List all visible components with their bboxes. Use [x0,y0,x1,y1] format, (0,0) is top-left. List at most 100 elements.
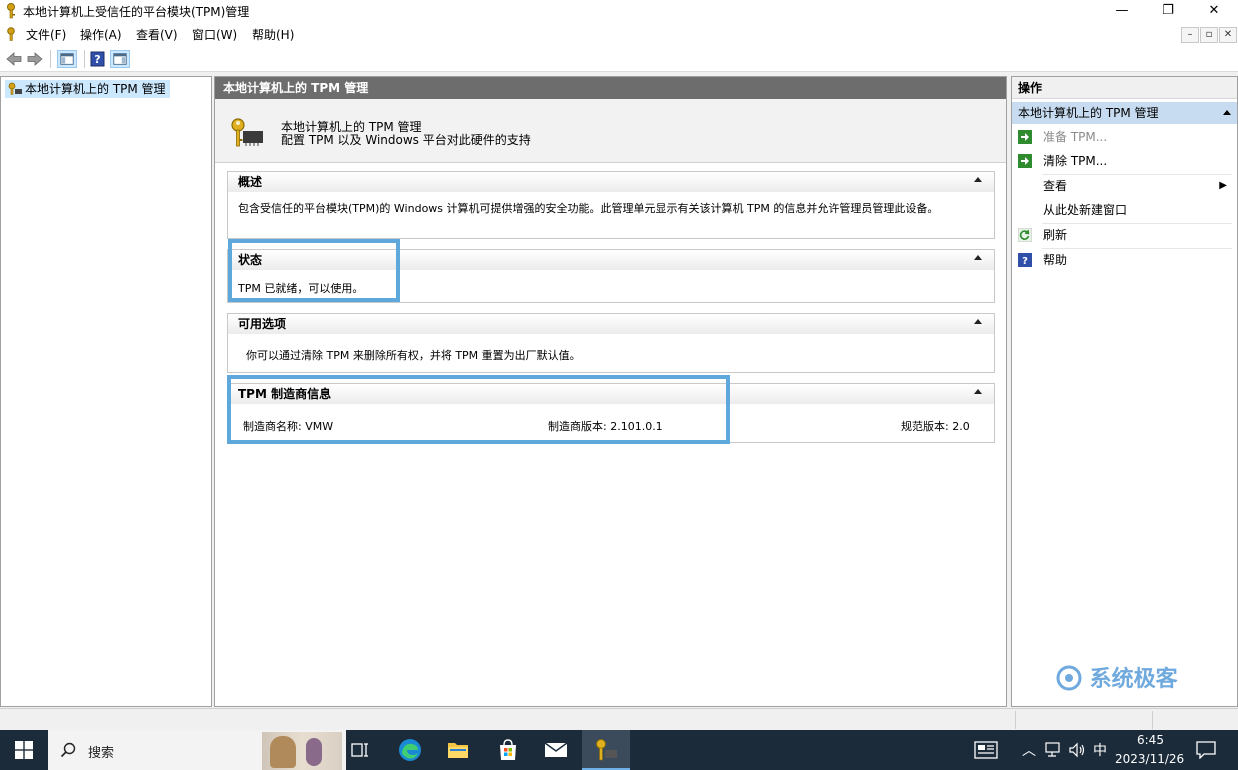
watermark-logo-icon [1056,665,1082,691]
mdi-restore-button[interactable]: ▫ [1200,27,1218,43]
store-icon [500,739,516,760]
collapse-arrow-icon[interactable] [974,319,982,324]
action-label: 刷新 [1043,228,1068,242]
menu-bar: 文件(F) 操作(A) 查看(V) 窗口(W) 帮助(H) [0,22,1238,46]
action-view[interactable]: 查看 ▶ [1012,174,1237,198]
start-button[interactable] [0,730,48,770]
section-overview-header[interactable]: 概述 [228,172,994,192]
task-view-icon [351,743,368,757]
section-options-body: 你可以通过清除 TPM 来删除所有权，并将 TPM 重置为出厂默认值。 [246,349,581,362]
center-pane: 本地计算机上的 TPM 管理 本地计算机上的 TPM 管理 配置 TPM 以及 … [214,76,1007,707]
news-widget-icon[interactable] [974,741,998,759]
menu-view[interactable]: 查看(V) [136,26,178,43]
watermark-text: 系统极客 [1089,667,1178,692]
edge-button[interactable] [386,730,434,770]
input-method-indicator[interactable]: 中 [1093,740,1107,760]
back-icon[interactable] [4,50,24,68]
green-arrow-icon [1018,154,1032,168]
section-options-header[interactable]: 可用选项 [228,314,994,334]
menu-window[interactable]: 窗口(W) [192,26,237,43]
show-hide-console-tree-icon[interactable] [57,50,77,68]
toolbar-separator [84,50,85,68]
section-options: 可用选项 你可以通过清除 TPM 来删除所有权，并将 TPM 重置为出厂默认值。 [227,313,995,373]
status-separator [1152,711,1153,729]
windows-logo-icon [15,741,33,759]
toolbar-separator [50,50,51,68]
tpm-key-icon [8,82,22,95]
menu-file[interactable]: 文件(F) [26,26,66,43]
menu-help[interactable]: 帮助(H) [252,26,294,43]
tpm-key-icon [596,739,617,761]
clock-date[interactable]: 2023/11/26 [1115,752,1184,766]
tray-overflow-icon[interactable]: ︿ [1022,740,1036,760]
mail-icon [544,742,568,757]
section-options-title: 可用选项 [238,317,287,331]
network-icon[interactable] [1045,742,1063,758]
toolbar: ? [0,46,1238,72]
action-new-window[interactable]: 从此处新建窗口 [1012,198,1237,222]
collapse-arrow-icon[interactable] [974,255,982,260]
action-label: 帮助 [1043,253,1068,267]
actions-subheader-label: 本地计算机上的 TPM 管理 [1018,106,1159,120]
collapse-arrow-icon[interactable] [974,177,982,182]
action-label: 从此处新建窗口 [1043,203,1128,217]
window-title: 本地计算机上受信任的平台模块(TPM)管理 [23,5,250,19]
edge-icon [399,739,421,761]
action-prepare-tpm[interactable]: 准备 TPM... [1012,125,1237,149]
action-label: 清除 TPM... [1043,154,1108,168]
tpm-key-icon [7,3,15,19]
console-tree: 本地计算机上的 TPM 管理 [0,76,212,707]
spec-version: 规范版本: 2.0 [901,420,970,433]
help-icon: ? [1018,253,1032,267]
tree-item-tpm-management[interactable]: 本地计算机上的 TPM 管理 [5,80,170,98]
refresh-icon [1018,228,1032,242]
taskbar: 搜索 ︿ 中 6:45 2023/11/26 [0,730,1238,770]
status-separator [1015,711,1016,729]
notification-icon[interactable] [1196,741,1216,759]
restore-button[interactable]: ❐ [1145,0,1191,22]
highlight-manufacturer [227,375,730,444]
action-refresh[interactable]: 刷新 [1012,223,1237,247]
tpm-chip-key-icon [231,118,263,147]
actions-pane: 操作 本地计算机上的 TPM 管理 准备 TPM... 清除 TPM... 查看… [1011,76,1238,707]
mdi-minimize-button[interactable]: – [1181,27,1199,43]
action-label: 准备 TPM... [1043,130,1108,144]
search-icon [60,742,76,758]
submenu-arrow-icon: ▶ [1219,180,1227,191]
task-view-button[interactable] [336,730,384,770]
actions-subheader[interactable]: 本地计算机上的 TPM 管理 [1012,102,1237,124]
search-placeholder: 搜索 [88,746,115,761]
action-label: 查看 [1043,179,1068,193]
intro-banner: 本地计算机上的 TPM 管理 配置 TPM 以及 Windows 平台对此硬件的… [215,99,1006,163]
watermark: 系统极客 [1056,661,1178,692]
tree-item-label: 本地计算机上的 TPM 管理 [25,82,166,96]
store-button[interactable] [484,730,532,770]
console-icon[interactable] [4,27,18,41]
green-arrow-icon [1018,130,1032,144]
search-highlight-image [262,732,342,770]
section-overview-body: 包含受信任的平台模块(TPM)的 Windows 计算机可提供增强的安全功能。此… [238,202,939,215]
svg-text:?: ? [1022,256,1028,267]
show-hide-action-pane-icon[interactable] [110,50,130,68]
minimize-button[interactable]: — [1099,0,1145,22]
volume-icon[interactable] [1068,742,1086,758]
menu-action[interactable]: 操作(A) [80,26,122,43]
mail-button[interactable] [532,730,580,770]
action-help[interactable]: ? 帮助 [1012,248,1237,272]
tpm-console-taskbar-button[interactable] [582,730,630,770]
help-icon[interactable]: ? [88,50,108,68]
status-bar [0,708,1238,730]
search-box[interactable]: 搜索 [48,730,346,770]
section-overview: 概述 包含受信任的平台模块(TPM)的 Windows 计算机可提供增强的安全功… [227,171,995,239]
file-explorer-button[interactable] [434,730,482,770]
folder-icon [448,743,468,758]
clock-time[interactable]: 6:45 [1137,733,1164,747]
collapse-arrow-icon[interactable] [974,389,982,394]
action-clear-tpm[interactable]: 清除 TPM... [1012,149,1237,173]
collapse-arrow-icon[interactable] [1223,110,1231,115]
mdi-close-button[interactable]: ✕ [1219,27,1237,43]
close-button[interactable]: ✕ [1191,0,1237,22]
intro-description: 配置 TPM 以及 Windows 平台对此硬件的支持 [281,133,531,147]
actions-header: 操作 [1012,77,1237,99]
forward-icon[interactable] [25,50,45,68]
